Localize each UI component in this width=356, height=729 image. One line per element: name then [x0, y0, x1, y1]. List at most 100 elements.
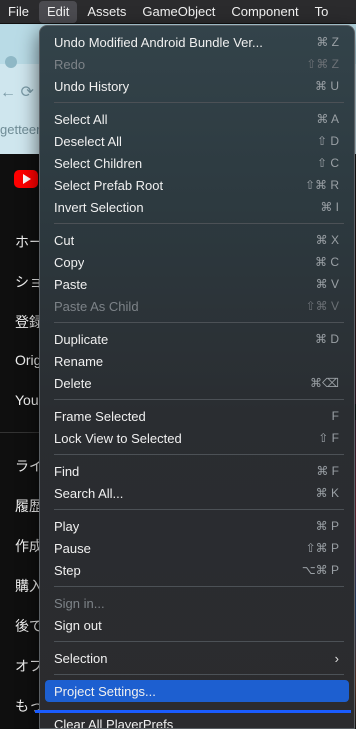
- menu-item-step[interactable]: Step ⌥⌘ P: [45, 559, 349, 581]
- menu-item-undo-history[interactable]: Undo History ⌘ U: [45, 75, 349, 97]
- edit-dropdown-menu: Undo Modified Android Bundle Ver... ⌘ Z R…: [39, 25, 355, 729]
- menu-item-label: Step: [54, 562, 81, 578]
- menu-separator: [54, 223, 344, 224]
- menu-item-label: Sign in...: [54, 595, 105, 611]
- menu-item-delete[interactable]: Delete ⌘⌫: [45, 372, 349, 394]
- menu-item-sign-out[interactable]: Sign out: [45, 614, 349, 636]
- menu-item-label: Redo: [54, 56, 86, 72]
- menu-tools[interactable]: To: [307, 1, 337, 23]
- menu-item-copy[interactable]: Copy ⌘ C: [45, 251, 349, 273]
- menu-item-shortcut: ⌘ C: [315, 255, 339, 269]
- menu-item-shortcut: ⇧⌘ P: [305, 541, 339, 555]
- menu-item-shortcut: ⌘ U: [315, 79, 339, 93]
- menu-item-shortcut: ⌘ I: [320, 200, 339, 214]
- menu-item-shortcut: ⇧⌘ R: [304, 178, 339, 192]
- menu-item-label: Duplicate: [54, 331, 109, 347]
- menu-item-shortcut: ⌘⌫: [310, 376, 339, 390]
- menu-item-label: Clear All PlayerPrefs: [54, 716, 174, 729]
- menu-item-label: Selection: [54, 650, 108, 666]
- menu-separator: [54, 399, 344, 400]
- menu-item-label: Paste As Child: [54, 298, 139, 314]
- menu-separator: [54, 586, 344, 587]
- menu-item-label: Search All...: [54, 485, 124, 501]
- menu-item-select-children[interactable]: Select Children ⇧ C: [45, 152, 349, 174]
- menu-bar: File Edit Assets GameObject Component To: [0, 0, 356, 24]
- menu-item-selection[interactable]: Selection ›: [45, 647, 349, 669]
- menu-item-label: Select Children: [54, 155, 143, 171]
- menu-edit[interactable]: Edit: [38, 0, 78, 23]
- menu-item-project-settings[interactable]: Project Settings...: [45, 680, 349, 702]
- menu-item-label: Cut: [54, 232, 75, 248]
- menu-item-select-all[interactable]: Select All ⌘ A: [45, 108, 349, 130]
- menu-gameobject[interactable]: GameObject: [134, 1, 223, 23]
- menu-item-shortcut: ⇧⌘ Z: [306, 57, 339, 71]
- menu-item-shortcut: ⌘ V: [315, 277, 339, 291]
- browser-url-fragment[interactable]: getteer: [0, 122, 40, 137]
- focus-indicator-line: [35, 710, 351, 713]
- menu-item-shortcut: ⌘ K: [315, 486, 339, 500]
- menu-item-deselect-all[interactable]: Deselect All ⇧ D: [45, 130, 349, 152]
- menu-item-label: Select Prefab Root: [54, 177, 164, 193]
- menu-item-label: Invert Selection: [54, 199, 144, 215]
- menu-separator: [54, 454, 344, 455]
- menu-item-label: Play: [54, 518, 80, 534]
- menu-item-shortcut: ⌘ Z: [316, 35, 339, 49]
- menu-item-shortcut: ⌘ A: [316, 112, 339, 126]
- menu-item-clear-playerprefs[interactable]: Clear All PlayerPrefs: [45, 713, 349, 729]
- menu-item-paste[interactable]: Paste ⌘ V: [45, 273, 349, 295]
- menu-separator: [54, 674, 344, 675]
- menu-item-select-prefab-root[interactable]: Select Prefab Root ⇧⌘ R: [45, 174, 349, 196]
- menu-separator: [54, 102, 344, 103]
- menu-item-shortcut: ⌥⌘ P: [301, 563, 339, 577]
- menu-file[interactable]: File: [0, 1, 37, 23]
- menu-item-shortcut: ⌘ X: [315, 233, 339, 247]
- menu-item-shortcut: F: [331, 409, 339, 423]
- menu-separator: [54, 509, 344, 510]
- menu-item-shortcut: ⇧ F: [318, 431, 339, 445]
- menu-item-shortcut: ⇧⌘ V: [305, 299, 339, 313]
- menu-item-undo[interactable]: Undo Modified Android Bundle Ver... ⌘ Z: [45, 31, 349, 53]
- menu-item-search-all[interactable]: Search All... ⌘ K: [45, 482, 349, 504]
- sidebar-item-you[interactable]: You: [15, 392, 39, 408]
- menu-assets[interactable]: Assets: [79, 1, 134, 23]
- menu-item-shortcut: ⌘ F: [316, 464, 339, 478]
- menu-item-label: Frame Selected: [54, 408, 146, 424]
- menu-item-redo[interactable]: Redo ⇧⌘ Z: [45, 53, 349, 75]
- menu-item-label: Rename: [54, 353, 104, 369]
- menu-component[interactable]: Component: [223, 1, 306, 23]
- menu-item-duplicate[interactable]: Duplicate ⌘ D: [45, 328, 349, 350]
- youtube-logo-icon[interactable]: [14, 170, 38, 188]
- menu-item-label: Undo Modified Android Bundle Ver...: [54, 34, 263, 50]
- menu-item-label: Find: [54, 463, 80, 479]
- browser-nav-icons[interactable]: ← ⟳: [0, 82, 34, 102]
- menu-item-label: Paste: [54, 276, 88, 292]
- menu-separator: [54, 641, 344, 642]
- menu-item-pause[interactable]: Pause ⇧⌘ P: [45, 537, 349, 559]
- menu-item-shortcut: ⌘ D: [315, 332, 339, 346]
- menu-item-lock-view[interactable]: Lock View to Selected ⇧ F: [45, 427, 349, 449]
- menu-item-shortcut: ⇧ D: [316, 134, 339, 148]
- menu-item-frame-selected[interactable]: Frame Selected F: [45, 405, 349, 427]
- menu-item-invert-selection[interactable]: Invert Selection ⌘ I: [45, 196, 349, 218]
- menu-item-paste-as-child[interactable]: Paste As Child ⇧⌘ V: [45, 295, 349, 317]
- menu-item-find[interactable]: Find ⌘ F: [45, 460, 349, 482]
- menu-item-rename[interactable]: Rename: [45, 350, 349, 372]
- sidebar-divider: [0, 432, 40, 433]
- menu-item-label: Delete: [54, 375, 92, 391]
- menu-item-cut[interactable]: Cut ⌘ X: [45, 229, 349, 251]
- menu-item-label: Copy: [54, 254, 85, 270]
- menu-separator: [54, 322, 344, 323]
- chevron-right-icon: ›: [334, 650, 339, 666]
- menu-item-shortcut: ⌘ P: [315, 519, 339, 533]
- menu-item-label: Sign out: [54, 617, 102, 633]
- menu-item-sign-in[interactable]: Sign in...: [45, 592, 349, 614]
- menu-item-play[interactable]: Play ⌘ P: [45, 515, 349, 537]
- menu-item-label: Project Settings...: [54, 683, 156, 699]
- menu-item-label: Lock View to Selected: [54, 430, 182, 446]
- menu-item-label: Pause: [54, 540, 91, 556]
- menu-item-label: Deselect All: [54, 133, 122, 149]
- menu-item-shortcut: ⇧ C: [316, 156, 339, 170]
- menu-item-label: Undo History: [54, 78, 130, 94]
- menu-item-label: Select All: [54, 111, 108, 127]
- window-dot-icon: [5, 56, 17, 68]
